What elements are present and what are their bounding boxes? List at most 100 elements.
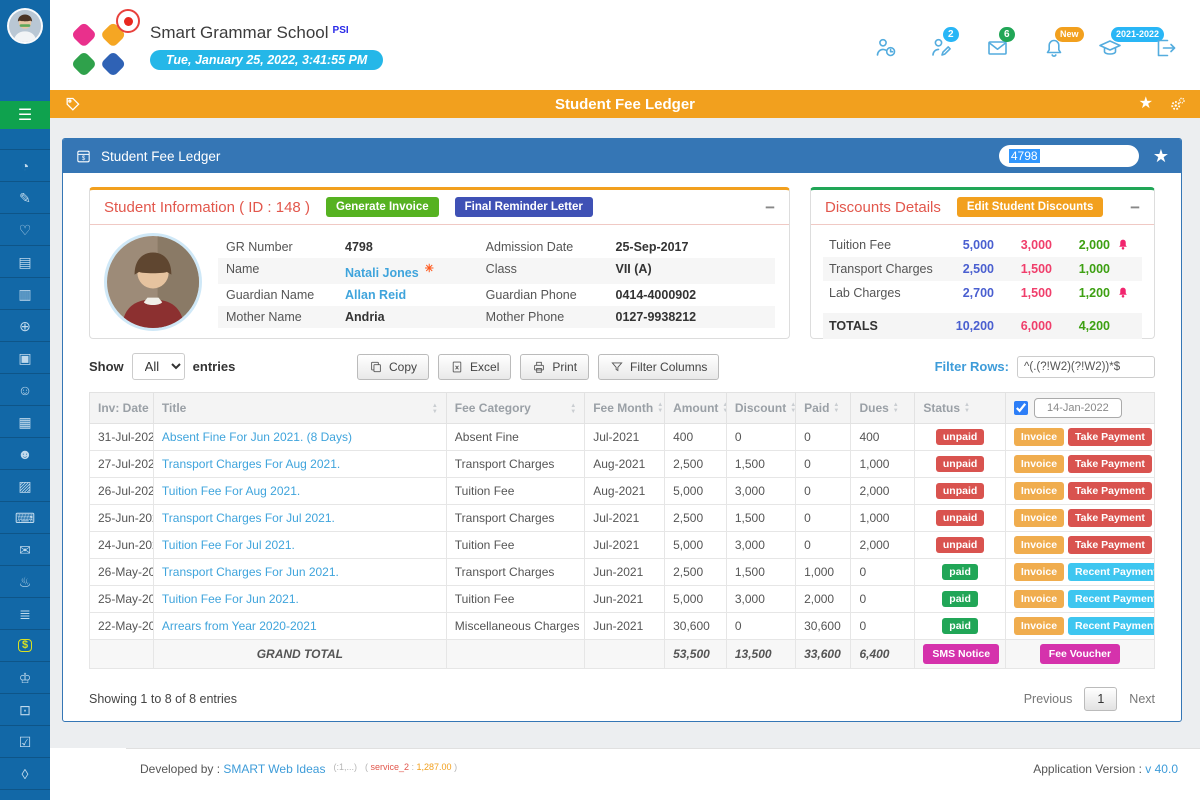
invoice-button[interactable]: Invoice <box>1014 428 1064 446</box>
discount-row: Transport Charges 2,500 1,500 1,000 <box>823 257 1142 281</box>
status-badge[interactable]: unpaid <box>936 537 984 553</box>
sidebar-item-library[interactable]: ≣ <box>0 598 50 630</box>
collapse-icon[interactable]: − <box>1130 199 1140 216</box>
status-badge[interactable]: unpaid <box>936 429 984 445</box>
fee-title-link[interactable]: Tuition Fee For Jun 2021. <box>162 592 299 606</box>
invoice-button[interactable]: Invoice <box>1014 563 1064 581</box>
sidebar-item-academics[interactable]: ◊ <box>0 758 50 790</box>
fee-title-link[interactable]: Transport Charges For Jul 2021. <box>162 511 335 525</box>
graduation-cap-icon[interactable]: 2021-2022 <box>1098 36 1122 60</box>
fee-voucher-button[interactable]: Fee Voucher <box>1040 644 1120 664</box>
date-filter-input[interactable] <box>1034 398 1122 418</box>
col-discount[interactable]: Discount▲▼ <box>726 393 795 424</box>
user-edit-icon[interactable]: 2 <box>930 36 954 60</box>
version-value[interactable]: v 40.0 <box>1145 762 1178 776</box>
favorite-star-icon[interactable]: ★ <box>1139 96 1153 112</box>
payment-button[interactable]: Take Payment <box>1068 536 1152 554</box>
col-inv-date[interactable]: Inv: Date▲▼ <box>90 393 154 424</box>
sidebar-item-birthday[interactable]: ♨ <box>0 566 50 598</box>
developer-link[interactable]: SMART Web Ideas <box>223 762 325 776</box>
fee-title-link[interactable]: Absent Fine For Jun 2021. (8 Days) <box>162 430 352 444</box>
sidebar-item-staff[interactable]: ☻ <box>0 438 50 470</box>
col-status[interactable]: Status▲▼ <box>915 393 1006 424</box>
invoice-button[interactable]: Invoice <box>1014 455 1064 473</box>
payment-button[interactable]: Take Payment <box>1068 509 1152 527</box>
page-number-button[interactable]: 1 <box>1084 687 1117 711</box>
sync-gear-icon[interactable]: ✳ <box>425 263 434 275</box>
fee-title-link[interactable]: Transport Charges For Aug 2021. <box>162 457 340 471</box>
sidebar-item-fee-card[interactable]: ▤ <box>0 246 50 278</box>
sidebar-item-id-card[interactable]: ▥ <box>0 278 50 310</box>
col-fee-category[interactable]: Fee Category▲▼ <box>446 393 584 424</box>
filter-rows-input[interactable] <box>1017 356 1155 378</box>
col-date-filter <box>1005 393 1154 424</box>
final-reminder-button[interactable]: Final Reminder Letter <box>455 197 593 217</box>
sidebar-item-student-edit[interactable]: ✎ <box>0 182 50 214</box>
invoice-button[interactable]: Invoice <box>1014 482 1064 500</box>
filter-columns-button[interactable]: Filter Columns <box>598 354 719 380</box>
fee-title-link[interactable]: Tuition Fee For Aug 2021. <box>162 484 300 498</box>
alert-bell-icon[interactable] <box>1116 238 1130 252</box>
edit-discounts-button[interactable]: Edit Student Discounts <box>957 197 1104 217</box>
sidebar-item-dashboard[interactable]: ◔ <box>0 150 50 182</box>
sidebar-item-website[interactable]: ⊕ <box>0 310 50 342</box>
page-length-select[interactable]: All <box>132 353 185 380</box>
invoice-button[interactable]: Invoice <box>1014 617 1064 635</box>
sidebar-item-tasks[interactable]: ☑ <box>0 726 50 758</box>
generate-invoice-button[interactable]: Generate Invoice <box>326 197 439 217</box>
fee-title-link[interactable]: Tuition Fee For Jul 2021. <box>162 538 295 552</box>
payment-button[interactable]: Recent Payment <box>1068 617 1154 635</box>
invoice-button[interactable]: Invoice <box>1014 536 1064 554</box>
student-search-input[interactable]: 4798 <box>999 145 1139 167</box>
sidebar-item-frontdesk[interactable]: ⌨ <box>0 502 50 534</box>
menu-toggle-button[interactable]: ☰ <box>0 101 50 129</box>
sidebar-item-fee-ledger[interactable]: $ <box>0 630 50 662</box>
alert-bell-icon[interactable] <box>1116 286 1130 300</box>
payment-button[interactable]: Take Payment <box>1068 455 1152 473</box>
sidebar-item-gallery[interactable]: ▨ <box>0 470 50 502</box>
excel-button[interactable]: Excel <box>438 354 511 380</box>
col-dues[interactable]: Dues▲▼ <box>851 393 915 424</box>
user-clock-icon[interactable] <box>874 36 898 60</box>
sidebar-item-fee-mail[interactable]: ✉ <box>0 534 50 566</box>
previous-page-link[interactable]: Previous <box>1024 692 1073 706</box>
payment-button[interactable]: Take Payment <box>1068 482 1152 500</box>
col-title[interactable]: Title▲▼ <box>153 393 446 424</box>
invoice-button[interactable]: Invoice <box>1014 590 1064 608</box>
date-filter-checkbox[interactable] <box>1014 401 1028 415</box>
status-badge[interactable]: paid <box>942 591 978 607</box>
payment-button[interactable]: Take Payment <box>1068 428 1152 446</box>
status-badge[interactable]: paid <box>942 618 978 634</box>
sidebar-item-health-card[interactable]: ⊡ <box>0 694 50 726</box>
sidebar-item-student[interactable]: ☺ <box>0 374 50 406</box>
fee-title-link[interactable]: Arrears from Year 2020-2021 <box>162 619 317 633</box>
fee-title-link[interactable]: Transport Charges For Jun 2021. <box>162 565 339 579</box>
status-badge[interactable]: paid <box>942 564 978 580</box>
status-badge[interactable]: unpaid <box>936 483 984 499</box>
invoice-button[interactable]: Invoice <box>1014 509 1064 527</box>
sms-notice-button[interactable]: SMS Notice <box>923 644 999 664</box>
staff-icon: ☻ <box>18 447 33 461</box>
col-amount[interactable]: Amount▲▼ <box>665 393 727 424</box>
print-button[interactable]: Print <box>520 354 589 380</box>
logout-icon[interactable] <box>1154 36 1178 60</box>
payment-button[interactable]: Recent Payment <box>1068 563 1154 581</box>
col-paid[interactable]: Paid▲▼ <box>796 393 851 424</box>
next-page-link[interactable]: Next <box>1129 692 1155 706</box>
status-badge[interactable]: unpaid <box>936 510 984 526</box>
sidebar-item-alumni[interactable]: ♔ <box>0 662 50 694</box>
panel-star-icon[interactable]: ★ <box>1153 147 1169 165</box>
payment-button[interactable]: Recent Payment <box>1068 590 1154 608</box>
col-fee-month[interactable]: Fee Month▲▼ <box>585 393 665 424</box>
collapse-icon[interactable]: − <box>765 199 775 216</box>
bell-icon[interactable]: New <box>1042 36 1066 60</box>
copy-button[interactable]: Copy <box>357 354 429 380</box>
settings-gears-icon[interactable] <box>1169 96 1186 113</box>
sidebar-item-admission[interactable]: ▣ <box>0 342 50 374</box>
sidebar-item-health[interactable]: ♡ <box>0 214 50 246</box>
status-badge[interactable]: unpaid <box>936 456 984 472</box>
excel-icon <box>450 360 464 374</box>
mail-icon[interactable]: 6 <box>986 36 1010 60</box>
user-avatar[interactable] <box>7 8 43 44</box>
sidebar-item-attendance[interactable]: ▦ <box>0 406 50 438</box>
